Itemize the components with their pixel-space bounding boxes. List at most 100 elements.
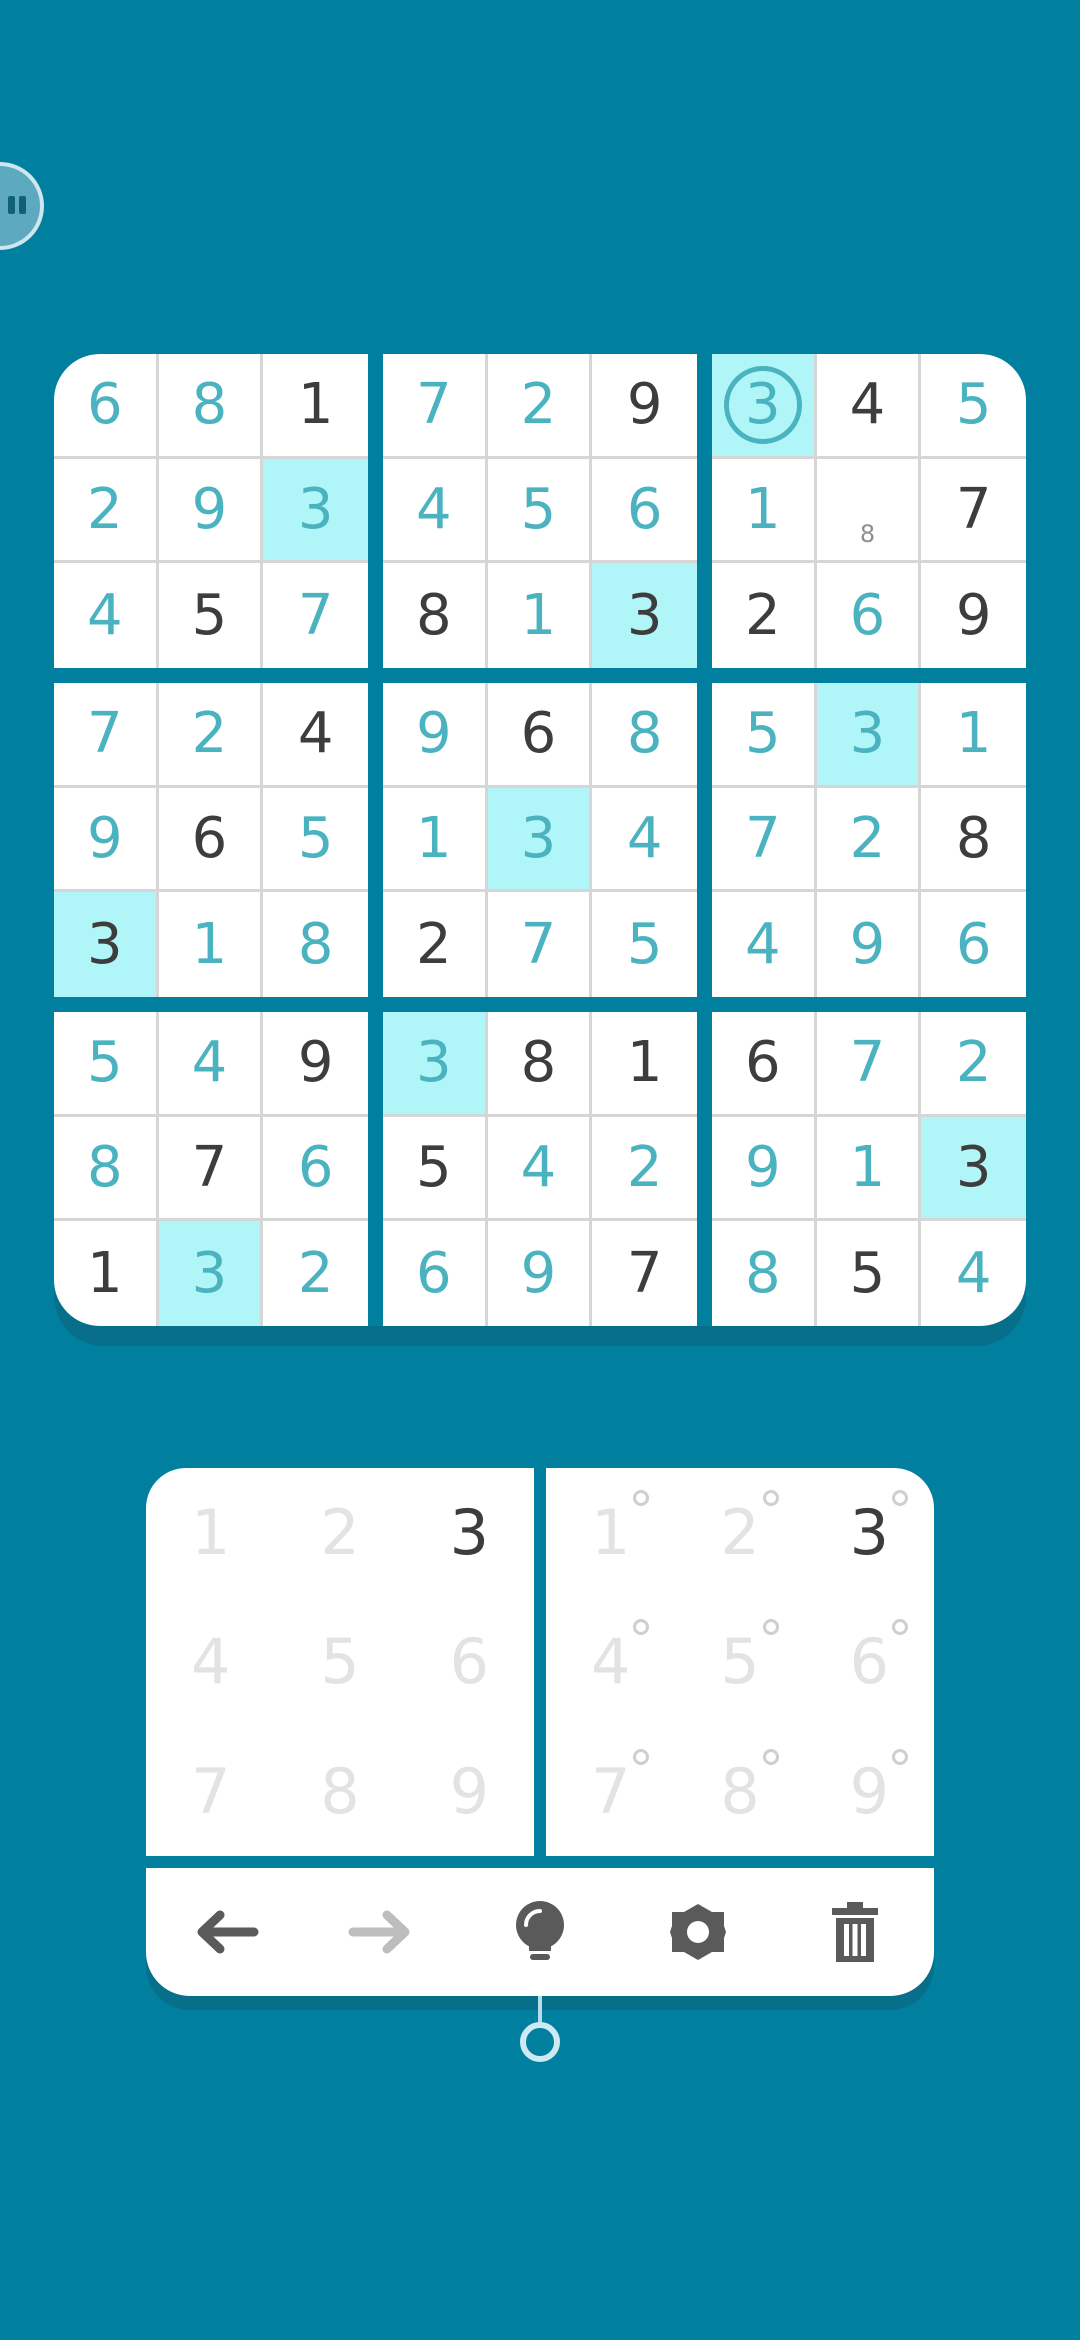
- sudoku-cell[interactable]: 2: [712, 563, 817, 668]
- settings-button[interactable]: [658, 1892, 738, 1972]
- sudoku-cell[interactable]: 9: [158, 458, 264, 564]
- note-key[interactable]: 2: [675, 1468, 804, 1597]
- sudoku-cell[interactable]: 4: [816, 354, 922, 459]
- sudoku-cell[interactable]: 2: [383, 892, 488, 997]
- sudoku-cell[interactable]: 5: [592, 892, 697, 997]
- hint-button[interactable]: [500, 1892, 580, 1972]
- number-key[interactable]: 6: [405, 1597, 534, 1726]
- sudoku-cell[interactable]: 9: [712, 1116, 817, 1222]
- number-key[interactable]: 9: [405, 1727, 534, 1856]
- sudoku-cell[interactable]: 7: [921, 459, 1026, 564]
- number-key[interactable]: 2: [275, 1468, 404, 1597]
- sudoku-cell[interactable]: 4: [383, 458, 488, 564]
- note-key[interactable]: 4: [546, 1597, 675, 1726]
- sudoku-cell[interactable]: 6: [383, 1221, 488, 1326]
- sudoku-cell[interactable]: 9: [592, 354, 697, 459]
- number-key[interactable]: 1: [146, 1468, 275, 1597]
- sudoku-cell[interactable]: 4: [487, 1116, 593, 1222]
- sudoku-cell[interactable]: 9: [383, 683, 488, 788]
- number-key[interactable]: 7: [146, 1727, 275, 1856]
- sudoku-cell[interactable]: 3: [712, 354, 817, 459]
- number-key[interactable]: 8: [275, 1727, 404, 1856]
- sudoku-cell[interactable]: 8: [54, 1116, 159, 1222]
- sudoku-cell[interactable]: 4: [54, 563, 159, 668]
- sudoku-cell[interactable]: 5: [817, 1221, 922, 1326]
- sudoku-cell[interactable]: 8: [592, 683, 697, 788]
- sudoku-cell[interactable]: 4: [158, 1012, 264, 1117]
- sudoku-cell[interactable]: 6: [263, 1117, 368, 1222]
- sudoku-cell[interactable]: 3: [487, 787, 593, 893]
- sudoku-cell[interactable]: 5: [921, 354, 1026, 459]
- note-key[interactable]: 9: [805, 1727, 934, 1856]
- redo-button[interactable]: [342, 1892, 422, 1972]
- sudoku-cell[interactable]: 7: [263, 563, 368, 668]
- sudoku-cell[interactable]: 9: [921, 563, 1026, 668]
- sudoku-cell[interactable]: 6: [487, 683, 593, 788]
- sudoku-cell[interactable]: 5: [487, 458, 593, 564]
- sudoku-cell[interactable]: 9: [488, 1221, 593, 1326]
- sudoku-cell[interactable]: 3: [158, 1221, 264, 1326]
- sudoku-cell[interactable]: 1: [921, 683, 1026, 788]
- sudoku-cell[interactable]: 2: [263, 1221, 368, 1326]
- sudoku-cell[interactable]: 8: [383, 563, 488, 668]
- sudoku-cell[interactable]: 3: [263, 458, 368, 564]
- sudoku-cell[interactable]: 2: [487, 354, 593, 459]
- sudoku-cell[interactable]: 1: [159, 892, 264, 997]
- sudoku-cell[interactable]: 6: [712, 1012, 817, 1117]
- sudoku-cell[interactable]: 3: [592, 563, 697, 668]
- sudoku-cell[interactable]: 1: [383, 787, 488, 893]
- note-key[interactable]: 6: [805, 1597, 934, 1726]
- sudoku-cell[interactable]: 1: [592, 1012, 697, 1117]
- sudoku-cell[interactable]: 2: [158, 683, 264, 788]
- sudoku-cell[interactable]: 2: [816, 787, 922, 893]
- sudoku-cell[interactable]: 1: [816, 1116, 922, 1222]
- pause-button[interactable]: [0, 162, 44, 250]
- sudoku-cell[interactable]: 4: [712, 892, 817, 997]
- sudoku-cell[interactable]: 5: [159, 563, 264, 668]
- sudoku-cell[interactable]: 6: [817, 563, 922, 668]
- number-key[interactable]: 4: [146, 1597, 275, 1726]
- sudoku-cell[interactable]: 5: [712, 683, 817, 788]
- number-key[interactable]: 5: [275, 1597, 404, 1726]
- note-key[interactable]: 5: [675, 1597, 804, 1726]
- note-key[interactable]: 1: [546, 1468, 675, 1597]
- sudoku-cell[interactable]: 4: [592, 788, 697, 893]
- sudoku-cell[interactable]: 8: [263, 892, 368, 997]
- sudoku-cell[interactable]: 1: [488, 563, 593, 668]
- sudoku-cell[interactable]: 7: [592, 1221, 697, 1326]
- sudoku-cell[interactable]: 5: [263, 788, 368, 893]
- expand-handle[interactable]: [520, 2022, 560, 2062]
- sudoku-cell[interactable]: 8: [921, 788, 1026, 893]
- sudoku-cell[interactable]: 3: [54, 892, 159, 997]
- sudoku-cell[interactable]: 2: [592, 1117, 697, 1222]
- note-key[interactable]: 8: [675, 1727, 804, 1856]
- sudoku-cell[interactable]: 7: [712, 787, 817, 893]
- sudoku-cell[interactable]: 4: [263, 683, 368, 788]
- sudoku-cell[interactable]: 1: [54, 1221, 159, 1326]
- sudoku-cell[interactable]: 6: [158, 787, 264, 893]
- sudoku-cell[interactable]: 9: [817, 892, 922, 997]
- sudoku-cell[interactable]: 8: [158, 354, 264, 459]
- sudoku-cell[interactable]: 3: [921, 1116, 1026, 1222]
- sudoku-cell[interactable]: 6: [592, 459, 697, 564]
- sudoku-cell[interactable]: 3: [383, 1012, 488, 1117]
- sudoku-cell[interactable]: 6: [921, 892, 1026, 997]
- sudoku-cell[interactable]: 7: [158, 1116, 264, 1222]
- sudoku-cell[interactable]: 8: [487, 1012, 593, 1117]
- sudoku-cell[interactable]: 2: [54, 458, 159, 564]
- sudoku-cell[interactable]: 2: [921, 1012, 1026, 1117]
- sudoku-cell[interactable]: 1: [263, 354, 368, 459]
- sudoku-cell[interactable]: 7: [54, 683, 159, 788]
- number-key[interactable]: 3: [405, 1468, 534, 1597]
- sudoku-cell[interactable]: 9: [54, 787, 159, 893]
- sudoku-cell[interactable]: 3: [816, 683, 922, 788]
- note-key[interactable]: 7: [546, 1727, 675, 1856]
- sudoku-cell[interactable]: 7: [816, 1012, 922, 1117]
- note-key[interactable]: 3: [805, 1468, 934, 1597]
- sudoku-cell[interactable]: 4: [921, 1221, 1026, 1326]
- sudoku-cell[interactable]: 5: [54, 1012, 159, 1117]
- undo-button[interactable]: [185, 1892, 265, 1972]
- sudoku-cell[interactable]: 8: [712, 1221, 817, 1326]
- sudoku-cell[interactable]: 7: [488, 892, 593, 997]
- sudoku-cell[interactable]: 7: [383, 354, 488, 459]
